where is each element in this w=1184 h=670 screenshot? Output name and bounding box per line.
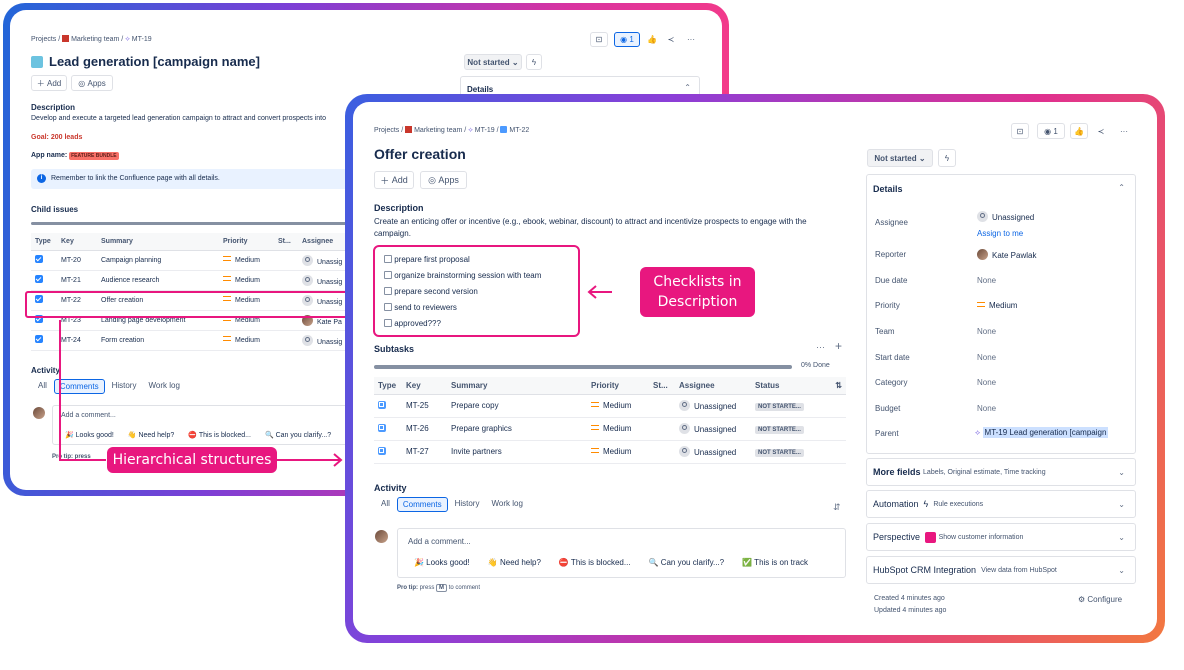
annotation-arrows [59,285,612,467]
checklists-callout: Checklists in Description [640,267,755,317]
hierarchy-callout: Hierarchical structures [107,447,277,473]
